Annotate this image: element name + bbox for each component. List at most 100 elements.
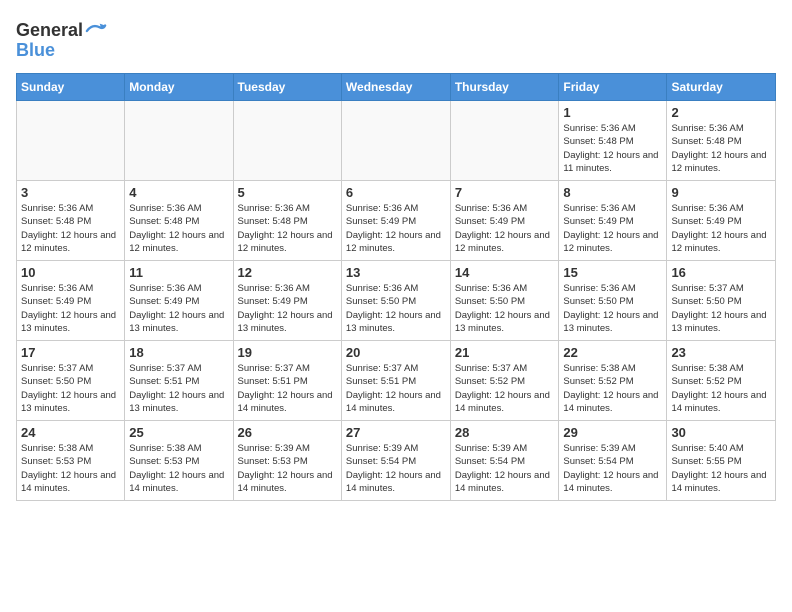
day-info: Sunrise: 5:36 AM Sunset: 5:49 PM Dayligh…: [671, 202, 771, 255]
logo-icon: [85, 20, 107, 42]
calendar-cell: 23 Sunrise: 5:38 AM Sunset: 5:52 PM Dayli…: [667, 341, 776, 421]
calendar-cell: 5 Sunrise: 5:36 AM Sunset: 5:48 PM Daylig…: [233, 181, 341, 261]
logo-blue: Blue: [16, 40, 107, 61]
day-number: 9: [671, 185, 771, 200]
day-number: 17: [21, 345, 120, 360]
day-number: 2: [671, 105, 771, 120]
calendar-week-5: 24 Sunrise: 5:38 AM Sunset: 5:53 PM Dayli…: [17, 421, 776, 501]
day-info: Sunrise: 5:36 AM Sunset: 5:50 PM Dayligh…: [455, 282, 555, 335]
day-info: Sunrise: 5:36 AM Sunset: 5:48 PM Dayligh…: [563, 122, 662, 175]
calendar-cell: [233, 101, 341, 181]
calendar-week-1: 1 Sunrise: 5:36 AM Sunset: 5:48 PM Daylig…: [17, 101, 776, 181]
day-number: 3: [21, 185, 120, 200]
weekday-header-row: SundayMondayTuesdayWednesdayThursdayFrid…: [17, 74, 776, 101]
day-info: Sunrise: 5:38 AM Sunset: 5:53 PM Dayligh…: [129, 442, 228, 495]
day-number: 30: [671, 425, 771, 440]
calendar-cell: 27 Sunrise: 5:39 AM Sunset: 5:54 PM Dayli…: [341, 421, 450, 501]
weekday-header-sunday: Sunday: [17, 74, 125, 101]
day-number: 11: [129, 265, 228, 280]
day-number: 28: [455, 425, 555, 440]
day-number: 27: [346, 425, 446, 440]
day-info: Sunrise: 5:40 AM Sunset: 5:55 PM Dayligh…: [671, 442, 771, 495]
day-number: 24: [21, 425, 120, 440]
weekday-header-thursday: Thursday: [450, 74, 559, 101]
day-info: Sunrise: 5:37 AM Sunset: 5:52 PM Dayligh…: [455, 362, 555, 415]
day-info: Sunrise: 5:37 AM Sunset: 5:51 PM Dayligh…: [346, 362, 446, 415]
weekday-header-saturday: Saturday: [667, 74, 776, 101]
day-number: 25: [129, 425, 228, 440]
logo-text: General: [16, 21, 83, 41]
day-info: Sunrise: 5:36 AM Sunset: 5:48 PM Dayligh…: [238, 202, 337, 255]
day-number: 22: [563, 345, 662, 360]
calendar-cell: 17 Sunrise: 5:37 AM Sunset: 5:50 PM Dayli…: [17, 341, 125, 421]
calendar-cell: 13Sunrise: 5:36 AM Sunset: 5:50 PM Dayli…: [341, 261, 450, 341]
day-number: 19: [238, 345, 337, 360]
day-info: Sunrise: 5:39 AM Sunset: 5:54 PM Dayligh…: [455, 442, 555, 495]
day-number: 10: [21, 265, 120, 280]
calendar-cell: 2 Sunrise: 5:36 AM Sunset: 5:48 PM Daylig…: [667, 101, 776, 181]
day-number: 6: [346, 185, 446, 200]
calendar-cell: 29 Sunrise: 5:39 AM Sunset: 5:54 PM Dayli…: [559, 421, 667, 501]
day-number: 21: [455, 345, 555, 360]
day-info: Sunrise: 5:37 AM Sunset: 5:51 PM Dayligh…: [129, 362, 228, 415]
calendar-cell: 30 Sunrise: 5:40 AM Sunset: 5:55 PM Dayli…: [667, 421, 776, 501]
calendar-cell: [341, 101, 450, 181]
calendar-cell: 24 Sunrise: 5:38 AM Sunset: 5:53 PM Dayli…: [17, 421, 125, 501]
calendar-table: SundayMondayTuesdayWednesdayThursdayFrid…: [16, 73, 776, 501]
weekday-header-friday: Friday: [559, 74, 667, 101]
day-number: 8: [563, 185, 662, 200]
day-info: Sunrise: 5:36 AM Sunset: 5:49 PM Dayligh…: [238, 282, 337, 335]
calendar-cell: 15 Sunrise: 5:36 AM Sunset: 5:50 PM Dayli…: [559, 261, 667, 341]
day-info: Sunrise: 5:36 AM Sunset: 5:49 PM Dayligh…: [129, 282, 228, 335]
logo: General Blue: [16, 20, 107, 61]
day-info: Sunrise: 5:39 AM Sunset: 5:54 PM Dayligh…: [563, 442, 662, 495]
calendar-cell: 6Sunrise: 5:36 AM Sunset: 5:49 PM Daylig…: [341, 181, 450, 261]
day-number: 5: [238, 185, 337, 200]
day-info: Sunrise: 5:38 AM Sunset: 5:53 PM Dayligh…: [21, 442, 120, 495]
day-info: Sunrise: 5:36 AM Sunset: 5:48 PM Dayligh…: [21, 202, 120, 255]
day-info: Sunrise: 5:39 AM Sunset: 5:54 PM Dayligh…: [346, 442, 446, 495]
calendar-body: 1 Sunrise: 5:36 AM Sunset: 5:48 PM Daylig…: [17, 101, 776, 501]
calendar-cell: 10 Sunrise: 5:36 AM Sunset: 5:49 PM Dayli…: [17, 261, 125, 341]
calendar-cell: 9 Sunrise: 5:36 AM Sunset: 5:49 PM Daylig…: [667, 181, 776, 261]
calendar-cell: 14Sunrise: 5:36 AM Sunset: 5:50 PM Dayli…: [450, 261, 559, 341]
calendar-cell: 11 Sunrise: 5:36 AM Sunset: 5:49 PM Dayli…: [125, 261, 233, 341]
calendar-week-2: 3 Sunrise: 5:36 AM Sunset: 5:48 PM Daylig…: [17, 181, 776, 261]
calendar-cell: 25 Sunrise: 5:38 AM Sunset: 5:53 PM Dayli…: [125, 421, 233, 501]
calendar-cell: 1 Sunrise: 5:36 AM Sunset: 5:48 PM Daylig…: [559, 101, 667, 181]
calendar-cell: 7Sunrise: 5:36 AM Sunset: 5:49 PM Daylig…: [450, 181, 559, 261]
calendar-cell: 20Sunrise: 5:37 AM Sunset: 5:51 PM Dayli…: [341, 341, 450, 421]
calendar-cell: 4Sunrise: 5:36 AM Sunset: 5:48 PM Daylig…: [125, 181, 233, 261]
calendar-cell: 21 Sunrise: 5:37 AM Sunset: 5:52 PM Dayli…: [450, 341, 559, 421]
calendar-cell: [125, 101, 233, 181]
day-info: Sunrise: 5:38 AM Sunset: 5:52 PM Dayligh…: [563, 362, 662, 415]
calendar-cell: 26Sunrise: 5:39 AM Sunset: 5:53 PM Dayli…: [233, 421, 341, 501]
day-info: Sunrise: 5:38 AM Sunset: 5:52 PM Dayligh…: [671, 362, 771, 415]
calendar-week-3: 10 Sunrise: 5:36 AM Sunset: 5:49 PM Dayli…: [17, 261, 776, 341]
calendar-header: SundayMondayTuesdayWednesdayThursdayFrid…: [17, 74, 776, 101]
calendar-cell: 12 Sunrise: 5:36 AM Sunset: 5:49 PM Dayli…: [233, 261, 341, 341]
day-number: 18: [129, 345, 228, 360]
day-number: 1: [563, 105, 662, 120]
day-info: Sunrise: 5:36 AM Sunset: 5:50 PM Dayligh…: [563, 282, 662, 335]
day-number: 15: [563, 265, 662, 280]
day-number: 13: [346, 265, 446, 280]
day-info: Sunrise: 5:36 AM Sunset: 5:48 PM Dayligh…: [671, 122, 771, 175]
day-number: 23: [671, 345, 771, 360]
day-info: Sunrise: 5:36 AM Sunset: 5:48 PM Dayligh…: [129, 202, 228, 255]
day-number: 29: [563, 425, 662, 440]
weekday-header-tuesday: Tuesday: [233, 74, 341, 101]
day-number: 7: [455, 185, 555, 200]
day-info: Sunrise: 5:36 AM Sunset: 5:49 PM Dayligh…: [563, 202, 662, 255]
day-info: Sunrise: 5:37 AM Sunset: 5:50 PM Dayligh…: [671, 282, 771, 335]
calendar-cell: 18 Sunrise: 5:37 AM Sunset: 5:51 PM Dayli…: [125, 341, 233, 421]
calendar-cell: 28 Sunrise: 5:39 AM Sunset: 5:54 PM Dayli…: [450, 421, 559, 501]
day-number: 26: [238, 425, 337, 440]
day-number: 12: [238, 265, 337, 280]
calendar-cell: [450, 101, 559, 181]
day-info: Sunrise: 5:36 AM Sunset: 5:49 PM Dayligh…: [21, 282, 120, 335]
calendar-cell: 22 Sunrise: 5:38 AM Sunset: 5:52 PM Dayli…: [559, 341, 667, 421]
day-info: Sunrise: 5:37 AM Sunset: 5:50 PM Dayligh…: [21, 362, 120, 415]
calendar-cell: 19Sunrise: 5:37 AM Sunset: 5:51 PM Dayli…: [233, 341, 341, 421]
calendar-week-4: 17 Sunrise: 5:37 AM Sunset: 5:50 PM Dayli…: [17, 341, 776, 421]
